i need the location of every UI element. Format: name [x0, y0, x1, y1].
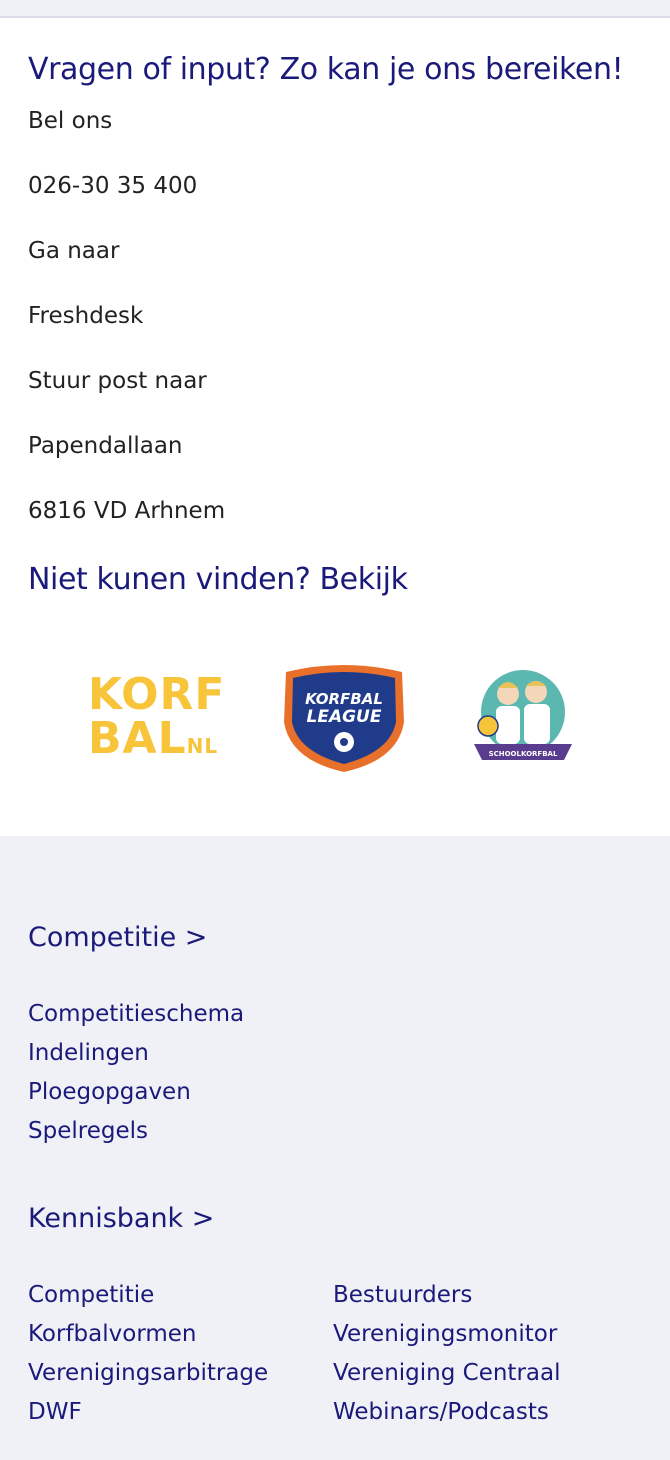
footer-link-ploegopgaven[interactable]: Ploegopgaven: [28, 1073, 642, 1112]
korfbal-nl-logo[interactable]: KORF BALNL: [88, 668, 226, 768]
footer-link-dwf[interactable]: DWF: [28, 1393, 333, 1432]
mail-label: Stuur post naar: [28, 368, 207, 394]
not-found-heading: Niet kunen vinden? Bekijk: [28, 562, 408, 597]
partner-logos: KORF BALNL KORFBAL LEAGUE SCHOOLKORFBAL: [28, 662, 642, 778]
korfbal-league-logo[interactable]: KORFBAL LEAGUE: [278, 662, 410, 778]
freshdesk-link[interactable]: Freshdesk: [28, 301, 642, 331]
footer-link-webinars-podcasts[interactable]: Webinars/Podcasts: [333, 1393, 638, 1432]
top-divider-bar: [0, 0, 670, 18]
kennisbank-heading-link[interactable]: Kennisbank >: [28, 1203, 642, 1234]
kennisbank-links: Competitie Korfbalvormen Verenigingsarbi…: [28, 1276, 642, 1432]
competitie-heading-link[interactable]: Competitie >: [28, 922, 642, 953]
address-street: Papendallaan: [28, 433, 183, 459]
kennisbank-links-left: Competitie Korfbalvormen Verenigingsarbi…: [28, 1276, 333, 1432]
footer-link-competitieschema[interactable]: Competitieschema: [28, 995, 642, 1034]
contact-section: Vragen of input? Zo kan je ons bereiken!…: [0, 18, 670, 836]
league-shield-icon: KORFBAL LEAGUE: [283, 665, 404, 772]
korfbal-logo-line1: KORF: [88, 668, 226, 720]
schoolkorfbal-logo[interactable]: SCHOOLKORFBAL: [464, 664, 582, 776]
footer-link-verenigingsmonitor[interactable]: Verenigingsmonitor: [333, 1315, 638, 1354]
footer: Competitie > Competitieschema Indelingen…: [0, 922, 670, 1432]
phone-number[interactable]: 026-30 35 400: [28, 171, 642, 201]
schoolkorfbal-label: SCHOOLKORFBAL: [489, 750, 558, 758]
league-logo-line1: KORFBAL: [305, 690, 383, 708]
footer-link-vereniging-centraal[interactable]: Vereniging Centraal: [333, 1354, 638, 1393]
league-logo-line2: LEAGUE: [306, 707, 381, 727]
footer-link-bestuurders[interactable]: Bestuurders: [333, 1276, 638, 1315]
call-label: Bel ons: [28, 108, 113, 134]
footer-link-verenigingsarbitrage[interactable]: Verenigingsarbitrage: [28, 1354, 333, 1393]
footer-link-indelingen[interactable]: Indelingen: [28, 1034, 642, 1073]
footer-link-competitie[interactable]: Competitie: [28, 1276, 333, 1315]
footer-link-korfbalvormen[interactable]: Korfbalvormen: [28, 1315, 333, 1354]
goto-label: Ga naar: [28, 238, 120, 264]
competitie-links: Competitieschema Indelingen Ploegopgaven…: [28, 995, 642, 1151]
contact-heading: Vragen of input? Zo kan je ons bereiken!: [28, 52, 624, 87]
korfbal-logo-suffix: NL: [186, 733, 219, 758]
footer-link-spelregels[interactable]: Spelregels: [28, 1112, 642, 1151]
address-postal: 6816 VD Arhnem: [28, 498, 226, 524]
kennisbank-links-right: Bestuurders Verenigingsmonitor Verenigin…: [333, 1276, 638, 1432]
schoolkorfbal-badge-icon: SCHOOLKORFBAL: [474, 670, 572, 760]
korfbal-logo-line2: BAL: [88, 712, 187, 764]
